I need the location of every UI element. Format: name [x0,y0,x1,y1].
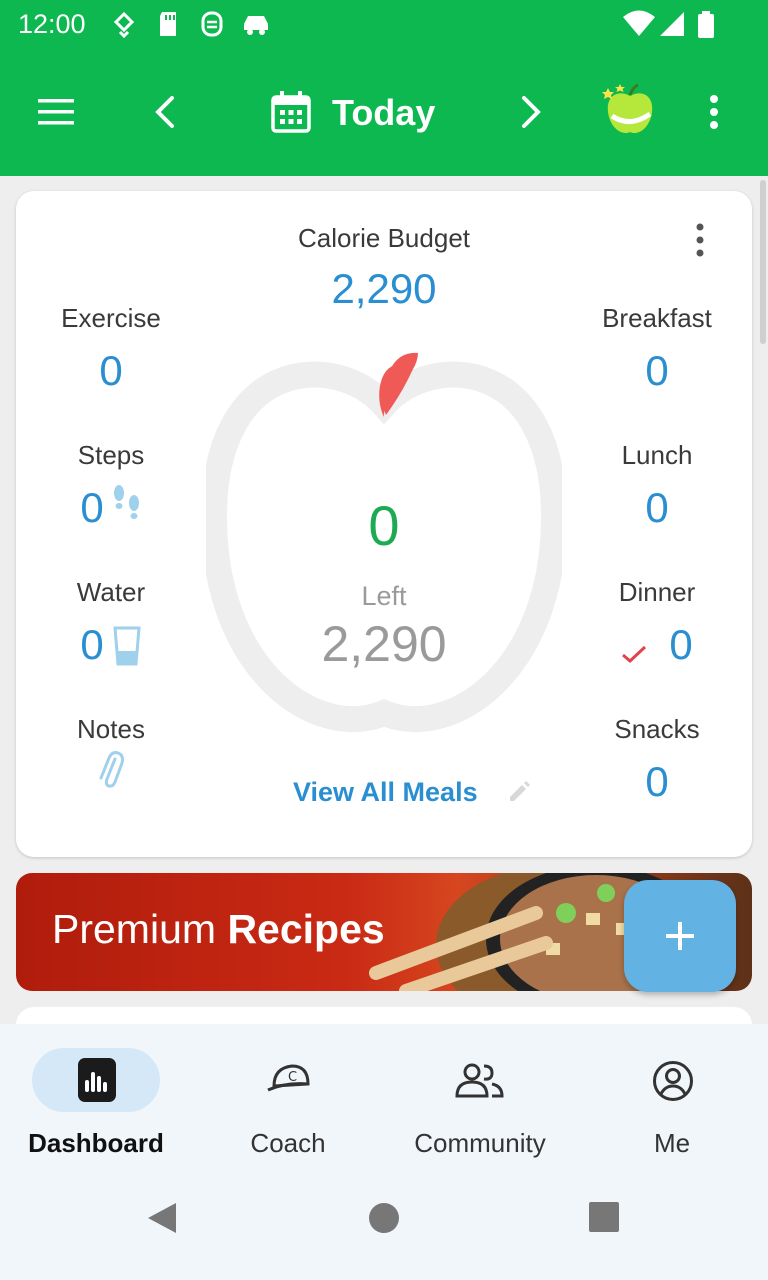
svg-text:C: C [288,1070,297,1085]
chevron-right-icon[interactable] [512,94,548,130]
battery-icon [698,11,714,38]
calorie-budget-label: Calorie Budget [298,223,470,253]
banner-title: Premium Recipes [52,906,385,953]
paperclip-icon[interactable] [96,749,126,791]
steps-label: Steps [77,440,145,470]
car-icon [244,16,268,35]
app-header: 12:00 Today [0,0,768,176]
snacks-value[interactable]: 0 [557,758,757,806]
exercise-value[interactable]: 0 [16,347,206,395]
dinner-check-icon [622,645,647,664]
calendar-icon[interactable] [270,90,312,134]
home-icon[interactable] [368,1202,400,1234]
plus-icon [666,922,694,950]
breakfast-label: Breakfast [602,303,712,333]
community-icon [455,1063,504,1098]
dashboard-icon [78,1058,116,1102]
date-title[interactable]: Today [332,92,435,134]
lunch-label: Lunch [621,440,693,470]
recents-icon[interactable] [589,1202,619,1232]
water-value[interactable]: 0 [72,621,112,669]
sd-card-icon [160,12,176,36]
status-bar: 12:00 [0,0,768,48]
edit-pencil-icon[interactable] [506,779,532,805]
calorie-summary-card: Calorie Budget 2,290 Exercise 0 Steps 0 … [16,191,752,857]
profile-icon [653,1061,693,1101]
wifi-icon [623,10,655,36]
banner-title-regular: Premium [52,906,217,952]
nav-label: Coach [250,1128,326,1158]
nav-coach[interactable]: C Coach [192,1024,384,1184]
back-icon[interactable] [146,1201,178,1235]
water-label: Water [76,577,146,607]
lunch-value[interactable]: 0 [557,484,757,532]
data-saver-icon [113,11,135,39]
left-calories-value: 2,290 [321,616,447,672]
nav-label: Dashboard [28,1128,164,1158]
coach-cap-icon: C [267,1064,310,1092]
view-all-meals-link[interactable]: View All Meals [293,777,478,808]
app-notification-icon [201,11,223,37]
eaten-calories-value: 0 [368,494,400,557]
dinner-label: Dinner [618,577,696,607]
chevron-left-icon[interactable] [148,94,184,130]
more-vertical-icon[interactable] [704,94,724,130]
breakfast-value[interactable]: 0 [557,347,757,395]
steps-value[interactable]: 0 [72,484,112,532]
notes-label: Notes [77,714,145,744]
card-more-icon[interactable] [690,223,710,257]
water-glass-icon [113,626,141,666]
add-fab-button[interactable] [624,880,736,992]
footsteps-icon [114,485,139,519]
apple-logo-icon[interactable] [600,82,660,138]
cell-signal-icon [660,12,684,36]
nav-dashboard[interactable]: Dashboard [0,1024,192,1184]
exercise-label: Exercise [61,303,161,333]
scrollbar[interactable] [760,180,766,344]
nav-community[interactable]: Community [384,1024,576,1184]
nav-label: Me [653,1128,691,1158]
status-time: 12:00 [18,9,86,39]
left-label: Left [361,581,407,611]
dinner-value[interactable]: 0 [656,621,706,669]
system-navigation-bar [0,1185,768,1280]
nav-me[interactable]: Me [576,1024,768,1184]
nav-label: Community [414,1128,546,1158]
menu-icon[interactable] [36,96,76,128]
snacks-label: Snacks [614,714,700,744]
